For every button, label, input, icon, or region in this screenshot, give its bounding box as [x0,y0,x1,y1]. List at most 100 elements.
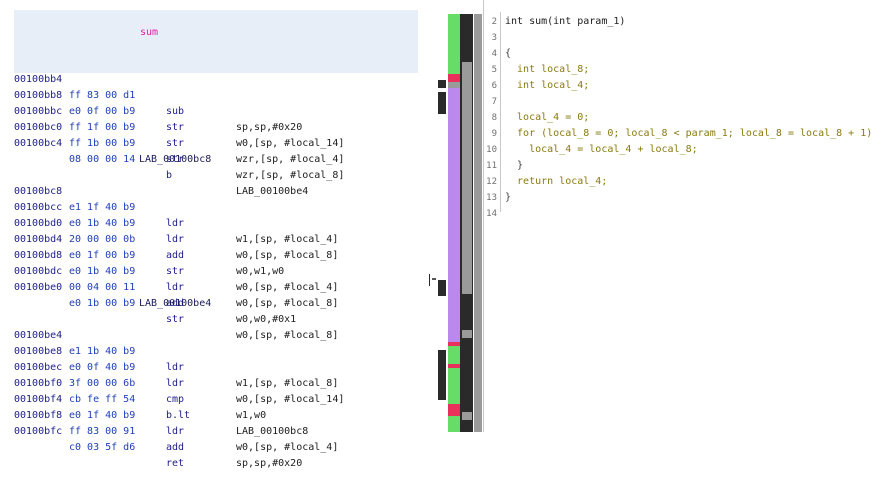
mnemonic[interactable]: ldr [166,232,184,248]
mnemonic[interactable]: str [166,312,184,328]
code-line[interactable]: int local_8; [505,62,589,78]
line-number: 14 [486,209,497,219]
address[interactable]: 00100be0 [14,280,62,296]
function-name[interactable]: sum [140,27,158,38]
instruction-row[interactable]: 00100bf0 cb fe ff 54 b.lt LAB_00100bc8 [0,360,308,437]
operands[interactable]: wzr,[sp, #local_8] [236,168,344,184]
bytes: ff 83 00 91 [69,426,136,437]
decompiler-scrollbar[interactable] [474,14,482,432]
code-line[interactable]: int sum(int param_1) [505,14,625,30]
bytes: 08 00 00 14 [69,154,136,165]
code-line[interactable]: int local_4; [505,78,589,94]
mnemonic[interactable]: ldr [166,376,184,392]
instruction-row[interactable]: 00100bc8 e1 1f 40 b9 ldr w1,[sp, #local_… [0,168,338,245]
instruction-row[interactable]: 00100be8 e0 0f 40 b9 ldr w0,[sp, #local_… [0,328,344,405]
mnemonic[interactable]: str [166,120,184,136]
instruction-row[interactable]: 00100bd8 e0 1b 40 b9 ldr w0,[sp, #local_… [0,232,338,309]
decompiler-code[interactable]: 2 int sum(int param_1) 3 4 { 5 int local_8… [483,8,887,248]
mnemonic[interactable]: ldr [166,216,184,232]
line-number: 6 [491,81,497,91]
code-line[interactable]: } [505,158,523,174]
code-label[interactable]: LAB_00100be4 [139,296,211,312]
code-line[interactable]: } [505,190,511,206]
operands[interactable]: w1,[sp, #local_8] [236,376,338,392]
scroll-thumb[interactable] [462,62,472,294]
bytes: 00 04 00 11 [69,282,136,293]
operands[interactable]: w0,[sp, #local_4] [236,440,338,456]
code-line[interactable]: for (local_8 = 0; local_8 < param_1; loc… [505,126,872,142]
code-label[interactable]: LAB_00100bc8 [139,152,211,168]
overview-marker-red [448,342,460,346]
line-number: 7 [491,97,497,107]
operands[interactable]: w0,[sp, #local_14] [236,136,344,152]
bytes: e0 1f 00 b9 [69,250,136,261]
operands[interactable]: LAB_00100be4 [236,184,308,200]
code-line[interactable]: local_4 = local_4 + local_8; [505,142,698,158]
bytes: ff 1f 00 b9 [69,122,136,133]
bytes: e0 1b 40 b9 [69,218,136,229]
instruction-row[interactable]: 00100bb8 e0 0f 00 b9 str w0,[sp, #local_… [0,72,344,149]
overview-marker-red [448,404,460,416]
operands[interactable]: w0,[sp, #local_14] [236,392,344,408]
line-number: 11 [486,161,497,171]
operands[interactable]: sp,sp,#0x20 [236,120,302,136]
instruction-row[interactable]: 00100bc0 ff 1b 00 b9 str wzr,[sp, #local… [0,104,344,181]
operands[interactable]: sp,sp,#0x20 [236,456,302,472]
instruction-row[interactable]: 00100bd4 e0 1f 00 b9 str w0,[sp, #local_… [0,216,338,293]
operands[interactable]: w0,[sp, #local_8] [236,296,338,312]
instruction-row[interactable]: 00100bfc c0 03 5f d6 ret [0,408,184,469]
bytes: ff 1b 00 b9 [69,138,136,149]
address[interactable]: 00100bc4 [14,136,62,152]
instruction-row[interactable]: 00100bc4 08 00 00 14 b LAB_00100be4 [0,120,308,197]
code-line[interactable]: return local_4; [505,174,607,190]
address[interactable]: 00100bfc [14,424,62,440]
instruction-row[interactable]: 00100be0 e0 1b 00 b9 str w0,[sp, #local_… [0,264,338,341]
nav-marker [438,80,446,88]
line-number: 9 [491,129,497,139]
scroll-mark [462,412,472,420]
line-number: 13 [486,193,497,203]
operands[interactable]: w0,w1,w0 [236,264,284,280]
mnemonic[interactable]: ldr [166,280,184,296]
instruction-row[interactable]: 00100bf8 ff 83 00 91 add sp,sp,#0x20 [0,392,302,469]
nav-marker [438,92,446,114]
mnemonic[interactable]: add [166,440,184,456]
instruction-row[interactable]: 00100bbc ff 1f 00 b9 str wzr,[sp, #local… [0,88,344,165]
operands[interactable]: wzr,[sp, #local_4] [236,152,344,168]
bytes: e1 1b 40 b9 [69,346,136,357]
listing-panel[interactable]: sum 00100bb4 ff 83 00 d1 sub sp,sp,#0x20… [0,0,418,469]
mnemonic[interactable]: str [166,264,184,280]
bytes: ff 83 00 d1 [69,90,136,101]
mnemonic[interactable]: cmp [166,392,184,408]
mnemonic[interactable]: ldr [166,360,184,376]
instruction-row[interactable]: 00100bd0 20 00 00 0b add w0,w1,w0 [0,200,284,277]
operands[interactable]: w0,[sp, #local_8] [236,248,338,264]
instruction-row[interactable]: 00100bec 3f 00 00 6b cmp w1,w0 [0,344,266,421]
mnemonic[interactable]: ret [166,456,184,472]
mnemonic[interactable]: add [166,248,184,264]
code-line[interactable]: local_4 = 0; [505,110,589,126]
mnemonic[interactable]: ldr [166,424,184,440]
instruction-row[interactable]: 00100be4 e1 1b 40 b9 ldr w1,[sp, #local_… [0,312,338,389]
overview-marker-red [448,74,460,82]
instruction-row[interactable]: 00100bf4 e0 1f 40 b9 ldr w0,[sp, #local_… [0,376,338,453]
operands[interactable]: w0,[sp, #local_4] [236,280,338,296]
code-line[interactable]: { [505,46,511,62]
operands[interactable]: w0,[sp, #local_8] [236,328,338,344]
nav-marker [438,280,446,296]
line-number: 4 [491,49,497,59]
instruction-row[interactable]: 00100bcc e0 1b 40 b9 ldr w0,[sp, #local_… [0,184,338,261]
operands[interactable]: w1,[sp, #local_4] [236,232,338,248]
bytes: 20 00 00 0b [69,234,136,245]
operands[interactable]: w0,w0,#0x1 [236,312,296,328]
mnemonic[interactable]: sub [166,104,184,120]
operands[interactable]: w1,w0 [236,408,266,424]
mnemonic[interactable]: b [166,168,172,184]
instruction-row[interactable]: 00100bdc 00 04 00 11 add w0,w0,#0x1 [0,248,296,325]
mnemonic[interactable]: str [166,136,184,152]
mnemonic[interactable]: b.lt [166,408,190,424]
line-number: 5 [491,65,497,75]
instruction-row[interactable]: 00100bb4 ff 83 00 d1 sub sp,sp,#0x20 [0,56,302,133]
bytes: e0 1f 40 b9 [69,410,136,421]
operands[interactable]: LAB_00100bc8 [236,424,308,440]
